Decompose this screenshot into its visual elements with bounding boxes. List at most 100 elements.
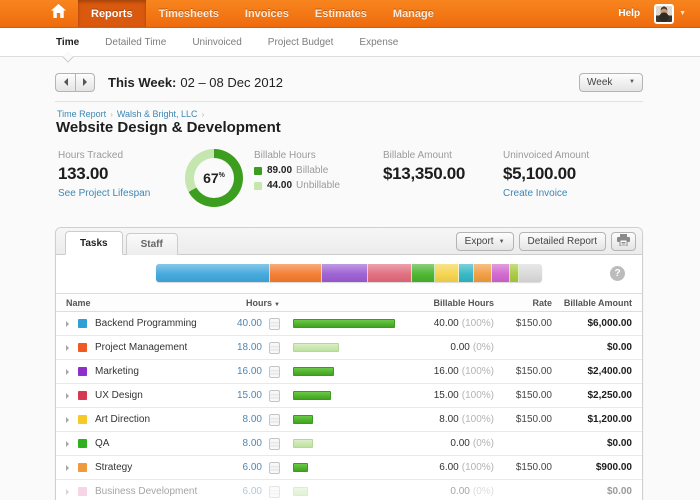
section-divider [55, 101, 643, 102]
chevron-down-icon: ▼ [499, 239, 505, 245]
timesheet-icon[interactable] [269, 438, 280, 450]
bar-segment-10 [510, 264, 519, 282]
task-color-swatch-icon [78, 319, 87, 328]
breadcrumb-link-time-report[interactable]: Time Report [57, 109, 106, 119]
timesheet-icon[interactable] [269, 390, 280, 402]
help-link[interactable]: Help [618, 8, 640, 19]
subnav-item-project-budget[interactable]: Project Budget [268, 28, 334, 57]
hours-link[interactable]: 40.00 [217, 318, 262, 329]
subnav-item-expense[interactable]: Expense [359, 28, 398, 57]
billable-donut-chart: 67% [185, 149, 243, 207]
task-name-cell: Project Management [66, 342, 217, 353]
bar-segment-9 [492, 264, 510, 282]
hours-icon-cell [262, 366, 280, 378]
print-button[interactable] [611, 232, 636, 251]
timesheet-icon[interactable] [269, 414, 280, 426]
billable-hours-cell: 16.00(100%) [398, 366, 494, 377]
column-hours-sort[interactable]: Hours▼ [217, 298, 280, 308]
stat-value: $13,350.00 [383, 164, 465, 184]
period-selector-dropdown[interactable]: Week ▼ [579, 73, 643, 92]
previous-period-button[interactable] [55, 73, 75, 92]
table-row-strategy: Strategy6.006.00(100%)$150.00$900.00 [56, 456, 642, 480]
expand-row-icon[interactable] [66, 345, 72, 351]
billable-hours-value: 0.00 [450, 486, 469, 497]
chevron-down-icon: ▼ [629, 79, 635, 85]
stat-billable-amount: Billable Amount $13,350.00 [383, 150, 465, 184]
breadcrumb-link-walsh-bright-llc[interactable]: Walsh & Bright, LLC [117, 109, 198, 119]
bar-segment-2 [270, 264, 322, 282]
nav-item-estimates[interactable]: Estimates [302, 0, 380, 27]
task-color-swatch-icon [78, 487, 87, 496]
expand-row-icon[interactable] [66, 441, 72, 447]
nav-item-manage[interactable]: Manage [380, 0, 447, 27]
help-icon[interactable]: ? [610, 266, 625, 281]
stat-value: 133.00 [58, 164, 150, 184]
hours-bar [293, 487, 308, 496]
project-lifespan-link[interactable]: See Project Lifespan [58, 188, 150, 199]
nav-right: Help ▼ [618, 0, 700, 27]
stat-label: Hours Tracked [58, 150, 150, 161]
timesheet-icon[interactable] [269, 486, 280, 498]
table-row-project-management: Project Management18.000.00(0%)$0.00 [56, 336, 642, 360]
expand-row-icon[interactable] [66, 465, 72, 471]
billable-hours-cell: 15.00(100%) [398, 390, 494, 401]
chevron-down-icon[interactable]: ▼ [679, 10, 686, 17]
hours-link[interactable]: 18.00 [217, 342, 262, 353]
subnav-item-uninvoiced[interactable]: Uninvoiced [192, 28, 241, 57]
timesheet-icon[interactable] [269, 342, 280, 354]
task-name-cell: UX Design [66, 390, 217, 401]
expand-row-icon[interactable] [66, 321, 72, 327]
subnav-item-detailed-time[interactable]: Detailed Time [105, 28, 166, 57]
billable-percent: (100%) [462, 414, 494, 425]
expand-row-icon[interactable] [66, 393, 72, 399]
task-distribution-bar [156, 264, 542, 282]
billable-percent: (100%) [462, 366, 494, 377]
expand-row-icon[interactable] [66, 417, 72, 423]
billable-hours-value: 0.00 [450, 438, 469, 449]
hours-link[interactable]: 6.00 [217, 486, 262, 497]
nav-item-invoices[interactable]: Invoices [232, 0, 302, 27]
expand-row-icon[interactable] [66, 489, 72, 495]
period-label: This Week: [108, 75, 176, 90]
hours-bar-cell [280, 487, 398, 496]
bar-segment-7 [459, 264, 474, 282]
billable-hours-cell: 6.00(100%) [398, 462, 494, 473]
nav-item-reports[interactable]: Reports [78, 0, 146, 27]
hours-link[interactable]: 8.00 [217, 414, 262, 425]
billable-hours-cell: 0.00(0%) [398, 438, 494, 449]
subnav-item-time[interactable]: Time [56, 28, 79, 57]
hours-link[interactable]: 6.00 [217, 462, 262, 473]
tab-strip: TasksStaff Export▼ Detailed Report [56, 228, 642, 255]
avatar[interactable] [654, 4, 674, 24]
home-icon [51, 4, 66, 23]
task-name-cell: Business Development [66, 486, 217, 497]
timesheet-icon[interactable] [269, 318, 280, 330]
task-name-cell: Art Direction [66, 414, 217, 425]
hours-link[interactable]: 8.00 [217, 438, 262, 449]
tab-staff[interactable]: Staff [126, 233, 178, 255]
billable-amount-cell: $0.00 [552, 486, 632, 497]
tab-tasks[interactable]: Tasks [65, 231, 123, 255]
export-button[interactable]: Export▼ [456, 232, 514, 251]
hours-bar [293, 319, 395, 328]
next-period-button[interactable] [75, 73, 95, 92]
task-name-label: UX Design [95, 390, 143, 401]
expand-row-icon[interactable] [66, 369, 72, 375]
hours-bar [293, 367, 334, 376]
billable-amount-cell: $6,000.00 [552, 318, 632, 329]
tabs: TasksStaff [65, 231, 181, 254]
table-row-ux-design: UX Design15.0015.00(100%)$150.00$2,250.0… [56, 384, 642, 408]
create-invoice-link[interactable]: Create Invoice [503, 188, 589, 199]
rate-cell: $150.00 [494, 462, 552, 473]
detailed-report-button[interactable]: Detailed Report [519, 232, 606, 251]
home-button[interactable] [38, 0, 78, 27]
timesheet-icon[interactable] [269, 366, 280, 378]
billable-percent: (100%) [462, 318, 494, 329]
rate-cell: $150.00 [494, 318, 552, 329]
task-color-swatch-icon [78, 391, 87, 400]
hours-link[interactable]: 15.00 [217, 390, 262, 401]
timesheet-icon[interactable] [269, 462, 280, 474]
nav-item-timesheets[interactable]: Timesheets [146, 0, 232, 27]
table-row-qa: QA8.000.00(0%)$0.00 [56, 432, 642, 456]
hours-link[interactable]: 16.00 [217, 366, 262, 377]
